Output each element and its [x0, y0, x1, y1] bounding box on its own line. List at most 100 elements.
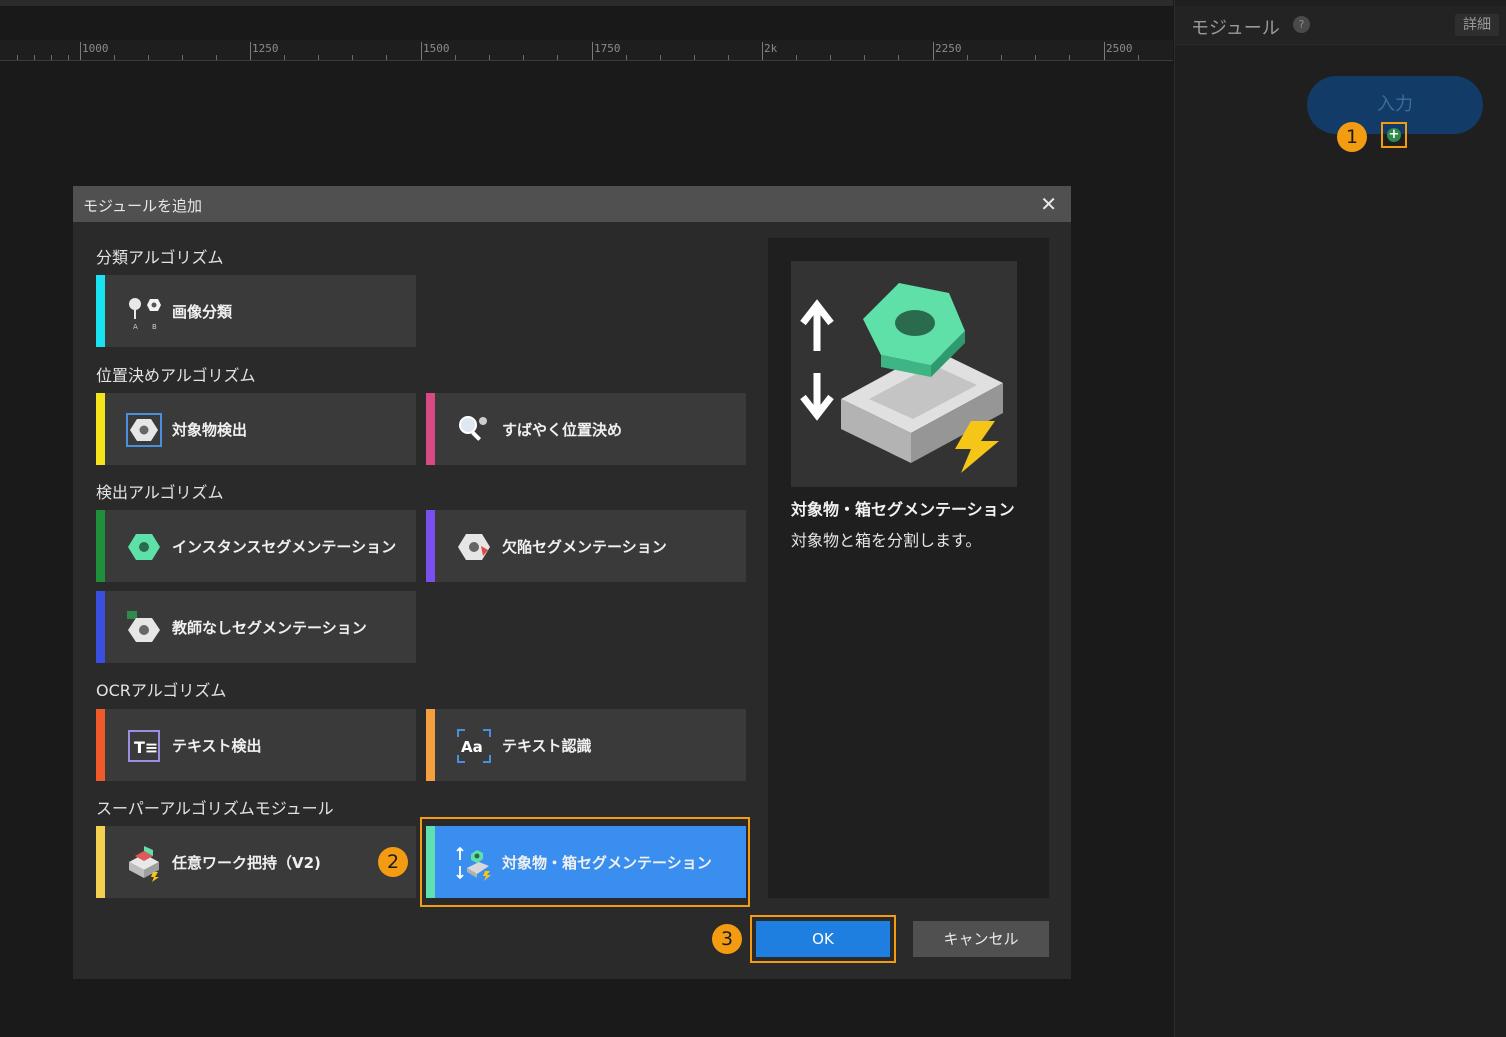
card-label: 教師なしセグメンテーション [172, 619, 367, 637]
cancel-button[interactable]: キャンセル [913, 921, 1049, 957]
ruler-tick [1001, 55, 1002, 60]
ruler-tick [114, 55, 115, 60]
ruler-tick [1035, 55, 1036, 60]
image-classification-icon: A B [129, 298, 161, 331]
workpiece-picking-icon [129, 846, 159, 882]
ruler-tick [148, 55, 149, 60]
svg-text:A: A [133, 323, 138, 331]
step-badge-2: 2 [378, 847, 408, 877]
card-label: 画像分類 [172, 303, 233, 321]
card-fast-positioning[interactable]: すばやく位置決め [426, 393, 746, 465]
ruler-tick [284, 55, 285, 60]
ruler-tick [489, 55, 490, 60]
module-panel-header: モジュール ? 詳細 [1175, 6, 1506, 45]
add-module-dialog: モジュールを追加 ✕ 分類アルゴリズム A B 画像分類 位置決めアルゴリズム … [73, 186, 1071, 979]
defect-nut-icon [458, 534, 490, 560]
close-icon[interactable]: ✕ [1040, 192, 1057, 216]
ruler-tick [762, 42, 763, 60]
svg-text:B: B [152, 323, 157, 331]
card-label: すばやく位置決め [502, 421, 623, 439]
ruler-tick [68, 55, 69, 60]
svg-text:T≡: T≡ [134, 738, 158, 757]
ruler-tick [216, 55, 217, 60]
ruler-tick [352, 55, 353, 60]
card-accent [426, 709, 435, 781]
svg-text:Aa: Aa [461, 738, 483, 756]
module-preview-panel: 対象物・箱セグメンテーション 対象物と箱を分割します。 [768, 238, 1049, 898]
add-module-plus-icon[interactable]: + [1387, 128, 1401, 142]
section-title-ocr: OCRアルゴリズム [96, 681, 227, 700]
card-label: 対象物検出 [172, 421, 248, 439]
ruler-tick [1069, 55, 1070, 60]
ruler-tick [728, 55, 729, 60]
ruler-label: 2250 [935, 42, 962, 55]
ruler-tick [182, 55, 183, 60]
ruler-label: 2k [764, 42, 778, 55]
module-panel-title: モジュール [1191, 18, 1280, 39]
text-detection-icon: T≡ [128, 730, 160, 762]
card-accent [96, 826, 105, 898]
card-image-classification[interactable]: A B 画像分類 [96, 275, 416, 347]
ruler-tick [830, 55, 831, 60]
preview-module-description: 対象物と箱を分割します。 [791, 531, 982, 550]
card-label: テキスト認識 [502, 737, 592, 755]
section-title-classification: 分類アルゴリズム [96, 248, 224, 267]
card-object-detection[interactable]: 対象物検出 [96, 393, 416, 465]
ruler-tick [386, 55, 387, 60]
ruler-tick [864, 55, 865, 60]
help-icon[interactable]: ? [1293, 16, 1310, 33]
top-bar [0, 0, 1173, 6]
module-preview-image [791, 261, 1017, 487]
horizontal-ruler: 1000 1250 1500 1750 2k 2250 2500 [0, 40, 1173, 61]
ruler-tick [80, 42, 81, 60]
card-unsupervised-segmentation[interactable]: 教師なしセグメンテーション [96, 591, 416, 663]
card-accent [96, 510, 105, 582]
ruler-tick [455, 55, 456, 60]
card-accent [426, 510, 435, 582]
section-title-positioning: 位置決めアルゴリズム [96, 366, 256, 385]
ruler-label: 1250 [252, 42, 279, 55]
ruler-label: 1500 [423, 42, 450, 55]
ruler-tick [1104, 42, 1105, 60]
section-title-super-algorithm: スーパーアルゴリズムモジュール [96, 799, 334, 818]
dialog-title: モジュールを追加 [83, 197, 202, 215]
ruler-tick [51, 55, 52, 60]
card-label: 欠陥セグメンテーション [502, 538, 667, 556]
card-any-workpiece-picking[interactable]: 任意ワーク把持（V2) [96, 826, 416, 898]
step-badge-3: 3 [712, 924, 742, 954]
ok-button[interactable]: OK [756, 921, 890, 957]
ruler-tick [34, 55, 35, 60]
card-label: インスタンスセグメンテーション [172, 538, 397, 556]
card-defect-segmentation[interactable]: 欠陥セグメンテーション [426, 510, 746, 582]
card-text-detection[interactable]: T≡ テキスト検出 [96, 709, 416, 781]
card-accent [96, 275, 105, 347]
text-recognition-icon: Aa [457, 729, 491, 763]
green-hex-nut-icon [128, 534, 160, 560]
card-instance-segmentation[interactable]: インスタンスセグメンテーション [96, 510, 416, 582]
module-panel: モジュール ? 詳細 入力 + 1 [1174, 0, 1506, 1037]
ruler-tick [421, 42, 422, 60]
ruler-tick [898, 55, 899, 60]
add-module-highlight: + [1381, 122, 1407, 148]
ruler-tick [557, 55, 558, 60]
card-accent [96, 393, 105, 465]
card-accent [96, 591, 105, 663]
step-badge-1: 1 [1337, 122, 1367, 152]
ruler-tick [626, 55, 627, 60]
card-text-recognition[interactable]: Aa テキスト認識 [426, 709, 746, 781]
ruler-label: 2500 [1106, 42, 1133, 55]
card-accent [96, 709, 105, 781]
detail-button[interactable]: 詳細 [1455, 14, 1499, 36]
card-accent [426, 393, 435, 465]
magnifier-icon [459, 416, 487, 441]
selected-card-highlight [420, 817, 750, 907]
ruler-tick [933, 42, 934, 60]
ruler-tick [694, 55, 695, 60]
card-label: 任意ワーク把持（V2) [172, 854, 321, 872]
card-label: テキスト検出 [172, 737, 262, 755]
section-title-detection: 検出アルゴリズム [96, 483, 224, 502]
ruler-tick [660, 55, 661, 60]
object-detection-icon [126, 413, 162, 447]
unsupervised-nut-icon [127, 611, 160, 642]
ruler-tick [592, 42, 593, 60]
